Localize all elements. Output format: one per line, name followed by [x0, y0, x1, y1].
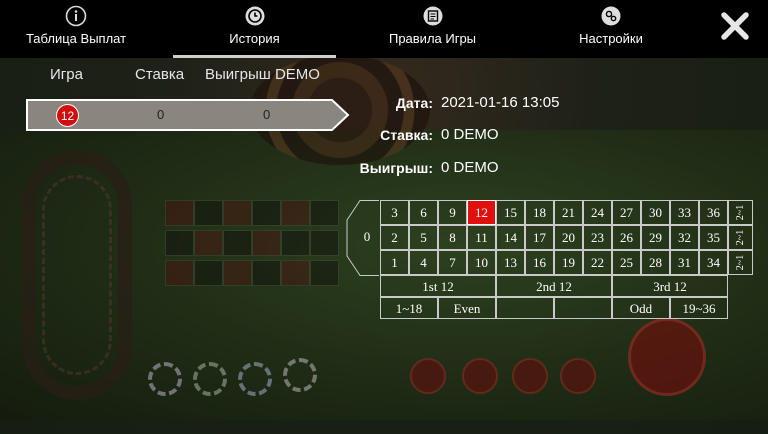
history-row[interactable]: 12 0 0: [26, 99, 350, 131]
number-cell: 5: [409, 225, 438, 250]
number-cell: 18: [525, 200, 554, 225]
history-win-value: 0: [263, 107, 271, 122]
dozen-bet-cell: 1st 12: [380, 275, 496, 297]
number-cell: 7: [438, 250, 467, 275]
column-bet-cell: 2~1: [728, 225, 753, 250]
number-cell: 6: [409, 200, 438, 225]
zero-cell: 0: [363, 229, 371, 244]
number-cell: 22: [583, 250, 612, 275]
number-cell: 14: [496, 225, 525, 250]
number-cell: 27: [612, 200, 641, 225]
number-cell: 16: [525, 250, 554, 275]
number-cell: 11: [467, 225, 496, 250]
number-cell: 2: [380, 225, 409, 250]
outside-bet-cell: [554, 297, 612, 319]
number-cell: 1: [380, 250, 409, 275]
tab-rules[interactable]: Правила Игры: [370, 0, 495, 58]
number-cell: 23: [583, 225, 612, 250]
win-label: Выигрыш:: [359, 160, 433, 176]
date-value: 2021-01-16 13:05: [441, 94, 560, 111]
settings-icon: [601, 6, 621, 26]
column-bet-cell: 2~1: [728, 250, 753, 275]
tab-label: Правила Игры: [388, 31, 477, 46]
tab-label: Таблица Выплат: [25, 31, 127, 46]
close-icon[interactable]: [719, 10, 751, 42]
column-header-bet: Ставка: [135, 66, 185, 83]
number-cell: 13: [496, 250, 525, 275]
number-cell: 30: [641, 200, 670, 225]
outside-bet-cell: [496, 297, 554, 319]
number-cell: 31: [670, 250, 699, 275]
bet-value: 0 DEMO: [441, 126, 499, 143]
number-cell: 36: [699, 200, 728, 225]
column-header-win: Выигрыш DEMO: [205, 66, 320, 83]
number-cell: 19: [554, 250, 583, 275]
rules-icon: [423, 6, 442, 26]
outside-bet-cell: Odd: [612, 297, 670, 319]
history-bet-value: 0: [157, 107, 165, 122]
number-cell: 26: [612, 225, 641, 250]
number-cell: 24: [583, 200, 612, 225]
win-value: 0 DEMO: [441, 159, 499, 176]
number-cell: 25: [612, 250, 641, 275]
number-cell: 15: [496, 200, 525, 225]
number-cell: 10: [467, 250, 496, 275]
number-cell: 21: [554, 200, 583, 225]
result-number-ball: 12: [56, 104, 79, 127]
outside-bet-cell: 1~18: [380, 297, 438, 319]
tab-label: Настройки: [579, 31, 643, 46]
number-cell: 9: [438, 200, 467, 225]
tab-paytable[interactable]: Таблица Выплат: [0, 0, 152, 58]
number-cell: 34: [699, 250, 728, 275]
number-cell: 32: [670, 225, 699, 250]
tab-settings[interactable]: Настройки: [560, 0, 662, 58]
number-cell: 17: [525, 225, 554, 250]
top-nav: Таблица Выплат История Правила Игры Наст…: [0, 0, 768, 58]
bet-label: Ставка:: [380, 127, 433, 143]
number-cell: 3: [380, 200, 409, 225]
number-cell: 20: [554, 225, 583, 250]
number-cell: 8: [438, 225, 467, 250]
dozen-bet-cell: 2nd 12: [496, 275, 612, 297]
dozen-bet-cell: 3rd 12: [612, 275, 728, 297]
date-label: Дата:: [395, 95, 433, 111]
number-cell: 29: [641, 225, 670, 250]
number-cell: 4: [409, 250, 438, 275]
number-cell: 33: [670, 200, 699, 225]
column-header-game: Игра: [50, 66, 83, 83]
column-bet-cell: 2~1: [728, 200, 753, 225]
number-cell: 28: [641, 250, 670, 275]
tab-label: История: [229, 31, 280, 46]
number-cell: 12: [467, 200, 496, 225]
history-icon: [245, 6, 264, 26]
outside-bet-cell: 19~36: [670, 297, 728, 319]
info-icon: [65, 5, 87, 27]
tab-history[interactable]: История: [173, 0, 336, 58]
number-cell: 35: [699, 225, 728, 250]
outside-bet-cell: Even: [438, 297, 496, 319]
